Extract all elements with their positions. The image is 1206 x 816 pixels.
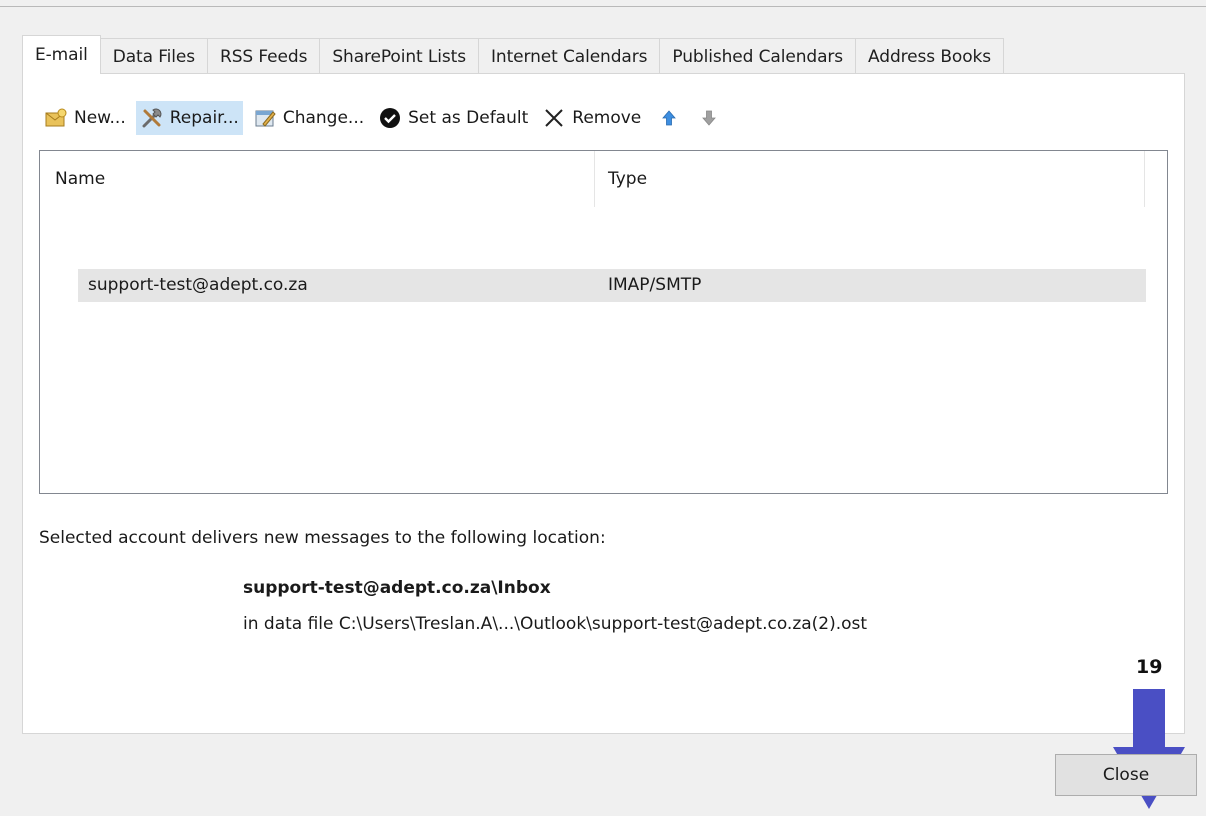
account-name-cell: support-test@adept.co.za (88, 275, 308, 295)
new-button[interactable]: New... (40, 101, 130, 135)
account-row[interactable]: support-test@adept.co.za IMAP/SMTP (78, 269, 1146, 302)
delivery-data-file: in data file C:\Users\Treslan.A\...\Outl… (243, 614, 868, 634)
window-top-border (0, 6, 1206, 7)
column-divider (594, 151, 595, 207)
close-x-icon (542, 106, 566, 130)
list-header: Name Type (40, 151, 1167, 207)
new-account-icon (44, 106, 68, 130)
remove-button[interactable]: Remove (538, 101, 645, 135)
account-type-cell: IMAP/SMTP (608, 275, 702, 295)
tab-address-books[interactable]: Address Books (855, 38, 1005, 74)
arrow-up-icon (657, 106, 681, 130)
checkmark-circle-icon (378, 106, 402, 130)
move-down-button[interactable] (691, 101, 727, 135)
accounts-list[interactable]: Name Type support-test@adept.co.za IMAP/… (39, 150, 1168, 494)
tab-published-calendars[interactable]: Published Calendars (659, 38, 857, 74)
repair-tools-icon (140, 106, 164, 130)
tab-sharepoint-lists[interactable]: SharePoint Lists (319, 38, 479, 74)
tab-strip: E-mail Data Files RSS Feeds SharePoint L… (22, 35, 1005, 74)
email-accounts-panel: New... Repair... Change... Set as Defaul… (22, 73, 1185, 809)
column-divider (1144, 151, 1145, 207)
repair-button-label: Repair... (169, 108, 239, 128)
repair-button[interactable]: Repair... (135, 101, 243, 135)
arrow-down-icon (697, 106, 721, 130)
delivery-folder-path: support-test@adept.co.za\Inbox (243, 578, 551, 598)
move-up-button[interactable] (651, 101, 687, 135)
tab-data-files[interactable]: Data Files (99, 38, 209, 74)
set-as-default-button[interactable]: Set as Default (374, 101, 532, 135)
step-number-annotation: 19 (1136, 656, 1163, 678)
down-arrow-annotation-icon (1111, 689, 1187, 816)
column-header-name[interactable]: Name (55, 169, 105, 189)
column-header-type[interactable]: Type (608, 169, 647, 189)
change-button[interactable]: Change... (249, 101, 368, 135)
tab-internet-calendars[interactable]: Internet Calendars (477, 38, 661, 74)
change-account-icon (253, 106, 277, 130)
new-button-label: New... (74, 108, 126, 128)
close-button[interactable]: Close (1055, 754, 1197, 796)
tab-rss-feeds[interactable]: RSS Feeds (207, 38, 321, 74)
accounts-toolbar: New... Repair... Change... Set as Defaul… (40, 101, 731, 135)
delivery-location-label: Selected account delivers new messages t… (39, 528, 606, 548)
change-button-label: Change... (282, 108, 365, 128)
tab-email[interactable]: E-mail (22, 35, 101, 74)
set-as-default-label: Set as Default (408, 108, 529, 128)
remove-button-label: Remove (572, 108, 642, 128)
